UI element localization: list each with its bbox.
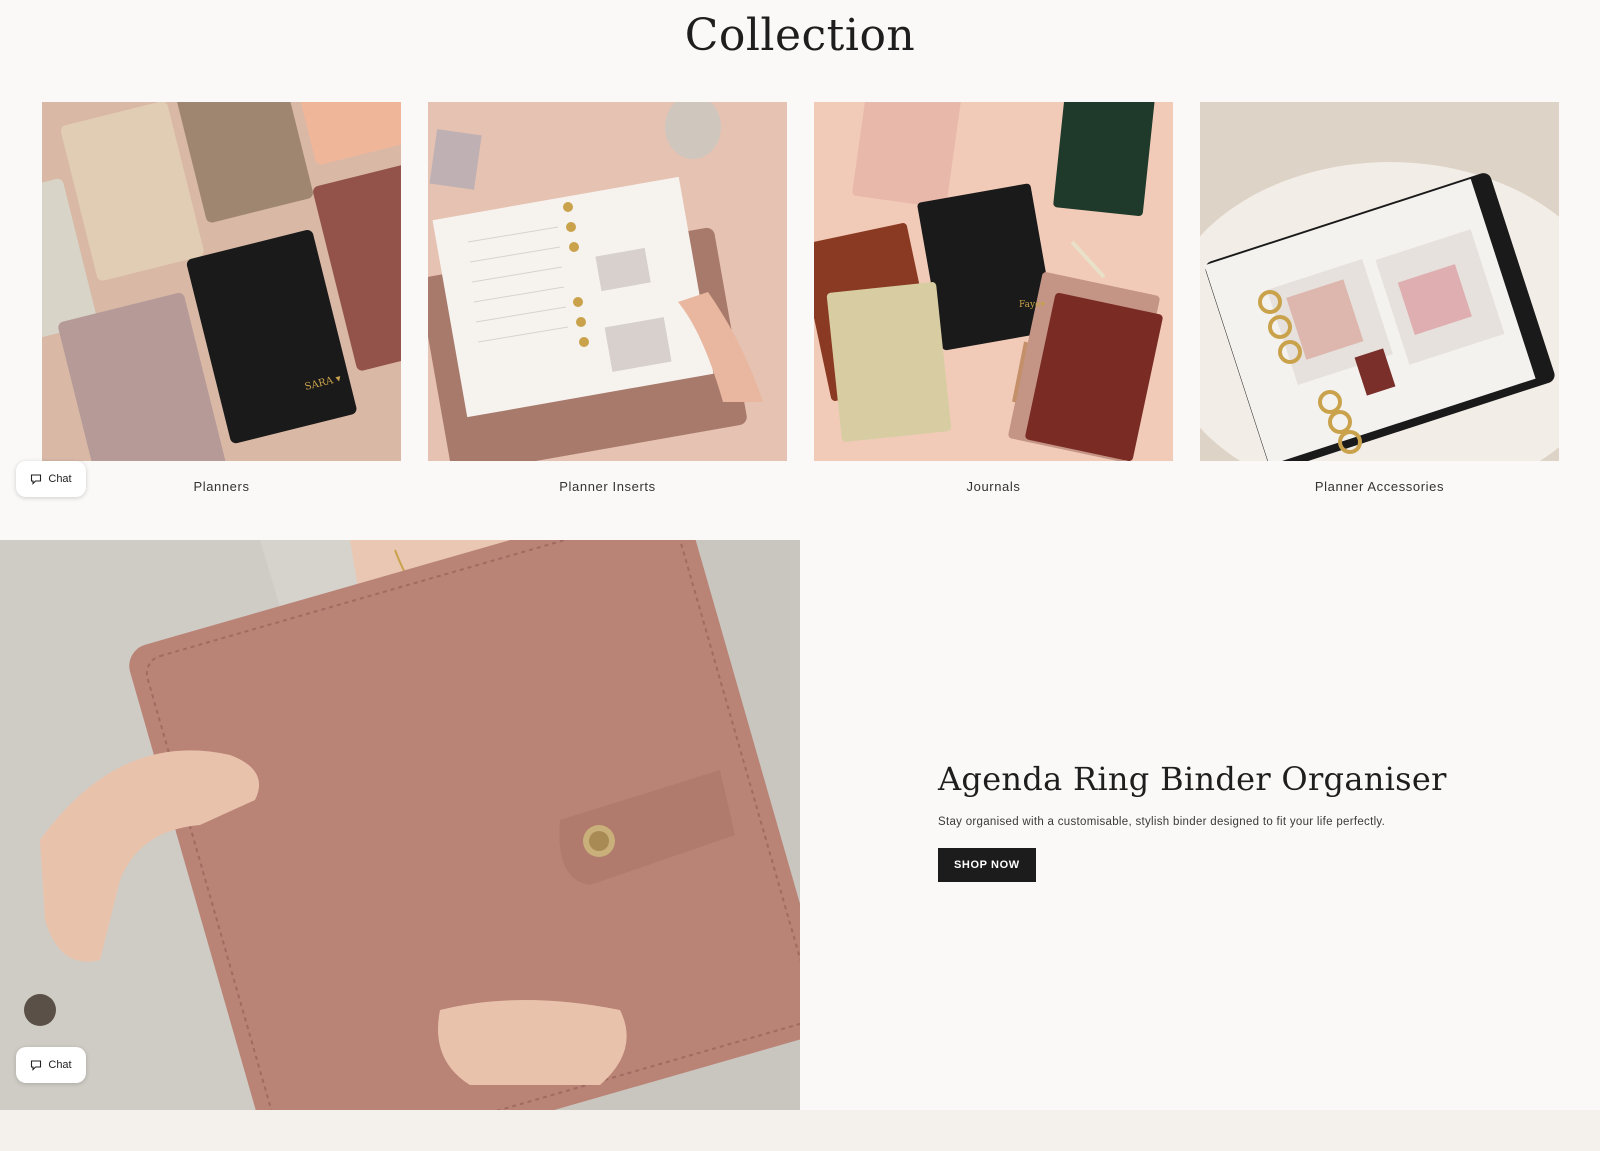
- chat-bubble-icon: [30, 473, 42, 485]
- hero-image: [0, 540, 800, 1110]
- footer-band: [0, 1110, 1600, 1151]
- planners-image[interactable]: SARA ▾: [42, 102, 401, 461]
- chat-label: Chat: [48, 473, 72, 485]
- chat-button[interactable]: Chat: [16, 461, 86, 497]
- planner-inserts-image[interactable]: [428, 102, 787, 461]
- collection-label-planners[interactable]: Planners: [42, 479, 401, 494]
- collection-card-journals[interactable]: Faye▾ Journals: [814, 102, 1173, 494]
- collection-card-planner-inserts[interactable]: Planner Inserts: [428, 102, 787, 494]
- collection-card-planner-accessories[interactable]: Planner Accessories: [1200, 102, 1559, 494]
- shop-now-button[interactable]: SHOP NOW: [938, 848, 1036, 882]
- svg-text:Faye▾: Faye▾: [1019, 300, 1045, 310]
- chat-label: Chat: [48, 1059, 72, 1071]
- collection-label-planner-inserts[interactable]: Planner Inserts: [428, 479, 787, 494]
- collection-card-planners[interactable]: SARA ▾ Planners: [42, 102, 401, 494]
- journals-image[interactable]: Faye▾: [814, 102, 1173, 461]
- planner-accessories-image[interactable]: [1200, 102, 1559, 461]
- collection-title: Collection: [684, 10, 916, 61]
- collection-label-planner-accessories[interactable]: Planner Accessories: [1200, 479, 1559, 494]
- hero-text-block: Agenda Ring Binder Organiser Stay organi…: [938, 760, 1558, 882]
- hero-title: Agenda Ring Binder Organiser: [938, 760, 1447, 798]
- chat-bubble-icon: [30, 1059, 42, 1071]
- collection-label-journals[interactable]: Journals: [814, 479, 1173, 494]
- chat-button-bottom[interactable]: Chat: [16, 1047, 86, 1083]
- hero-subtitle: Stay organised with a customisable, styl…: [938, 816, 1386, 828]
